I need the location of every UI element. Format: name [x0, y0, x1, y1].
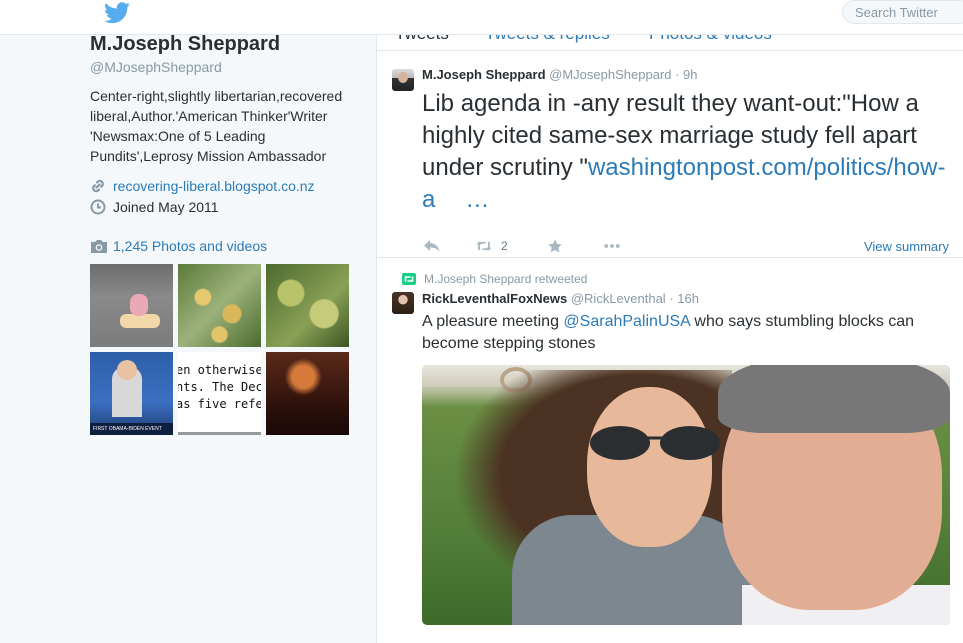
tweet-author-name[interactable]: M.Joseph Sheppard	[422, 67, 546, 82]
photos-and-videos-link[interactable]: 1,245 Photos and videos	[113, 238, 267, 254]
photo-thumbnail[interactable]	[266, 352, 349, 435]
photo-thumbnail[interactable]	[178, 264, 261, 347]
timeline: Tweets Tweets & replies Photos & videos …	[376, 35, 963, 643]
photos-and-videos-header[interactable]: 1,245 Photos and videos	[90, 238, 267, 254]
tweet-header: RickLeventhalFoxNews @RickLeventhal · 16…	[422, 291, 699, 306]
tab-tweets-and-replies[interactable]: Tweets & replies	[485, 35, 610, 44]
link-icon	[92, 179, 104, 193]
profile-joined: Joined May 2011	[90, 199, 360, 215]
tweet-author-name[interactable]: RickLeventhalFoxNews	[422, 291, 567, 306]
avatar[interactable]	[392, 69, 414, 91]
star-icon	[548, 239, 562, 253]
photo-figure	[117, 360, 137, 380]
tweet-actions: 2 View summary	[423, 239, 963, 257]
search-input[interactable]: Search Twitter	[842, 0, 963, 24]
favorite-button[interactable]	[546, 239, 564, 253]
timeline-tabs: Tweets Tweets & replies Photos & videos	[377, 35, 963, 51]
camera-icon	[91, 239, 107, 253]
retweet-context: M.Joseph Sheppard retweeted	[402, 272, 587, 286]
retweet-button[interactable]: 2	[475, 239, 508, 253]
tweet-photo[interactable]	[422, 365, 950, 625]
mention-link[interactable]: @SarahPalinUSA	[563, 313, 690, 330]
joined-date: Joined May 2011	[113, 199, 219, 215]
profile-bio: Center-right,slightly libertarian,recove…	[90, 88, 343, 164]
tweet-text: A pleasure meeting @SarahPalinUSA who sa…	[422, 311, 942, 355]
photo-figure	[120, 314, 160, 328]
calendar-clock-icon	[90, 199, 106, 215]
tweet-author-handle[interactable]: @MJosephSheppard	[549, 67, 671, 82]
tweet[interactable]: M.Joseph Sheppard retweeted RickLeventha…	[377, 259, 963, 643]
more-button[interactable]	[603, 239, 621, 253]
retweet-icon	[402, 273, 416, 285]
news-ticker: FIRST OBAMA-BIDEN EVENT	[90, 423, 173, 435]
tweet-timestamp[interactable]: · 9h	[675, 67, 697, 82]
website-link[interactable]: recovering-liberal.blogspot.co.nz	[113, 178, 315, 194]
photo-thumbnail[interactable]	[90, 264, 173, 347]
retweet-icon	[476, 241, 492, 251]
profile-handle[interactable]: @MJosephSheppard	[90, 59, 360, 75]
photo-thumbnail[interactable]	[266, 264, 349, 347]
reply-button[interactable]	[423, 239, 441, 253]
tweet-link-ellipsis[interactable]: …	[465, 186, 489, 213]
tweet-timestamp[interactable]: · 16h	[669, 291, 699, 306]
tweet[interactable]: M.Joseph Sheppard @MJosephSheppard · 9h …	[377, 51, 963, 258]
tab-tweets[interactable]: Tweets	[395, 35, 449, 44]
tweet-author-handle[interactable]: @RickLeventhal	[571, 291, 666, 306]
photo-person	[718, 365, 950, 433]
photo-person	[587, 387, 712, 547]
thumbnail-text-line: as five refere	[178, 397, 261, 411]
photo-thumbnail[interactable]: FIRST OBAMA-BIDEN EVENT	[90, 352, 173, 435]
more-dots-icon	[604, 244, 620, 248]
view-summary-link[interactable]: View summary	[864, 239, 949, 254]
thumbnail-text-line: nts. The Dec	[178, 380, 261, 394]
sunglasses	[590, 426, 720, 460]
profile-website: recovering-liberal.blogspot.co.nz	[90, 178, 360, 194]
avatar[interactable]	[392, 292, 414, 314]
top-navigation-bar: Search Twitter	[0, 0, 963, 35]
thumbnail-text-line: en otherwise	[178, 363, 261, 377]
tweet-body: A pleasure meeting	[422, 313, 564, 330]
twitter-bird-icon[interactable]	[104, 2, 130, 24]
photo-figure	[130, 294, 148, 316]
retweet-count: 2	[501, 239, 508, 253]
profile-sidebar: M.Joseph Sheppard @MJosephSheppard Cente…	[90, 33, 360, 215]
retweeted-by-label[interactable]: M.Joseph Sheppard retweeted	[424, 272, 587, 286]
profile-name[interactable]: M.Joseph Sheppard	[90, 33, 360, 56]
tweet-text: Lib agenda in -any result they want-out:…	[422, 88, 957, 216]
photo-thumbnail[interactable]: en otherwise nts. The Dec as five refere	[178, 352, 261, 435]
tweet-header: M.Joseph Sheppard @MJosephSheppard · 9h	[422, 67, 698, 82]
reply-icon	[424, 240, 440, 252]
tab-photos-and-videos[interactable]: Photos & videos	[649, 35, 772, 44]
